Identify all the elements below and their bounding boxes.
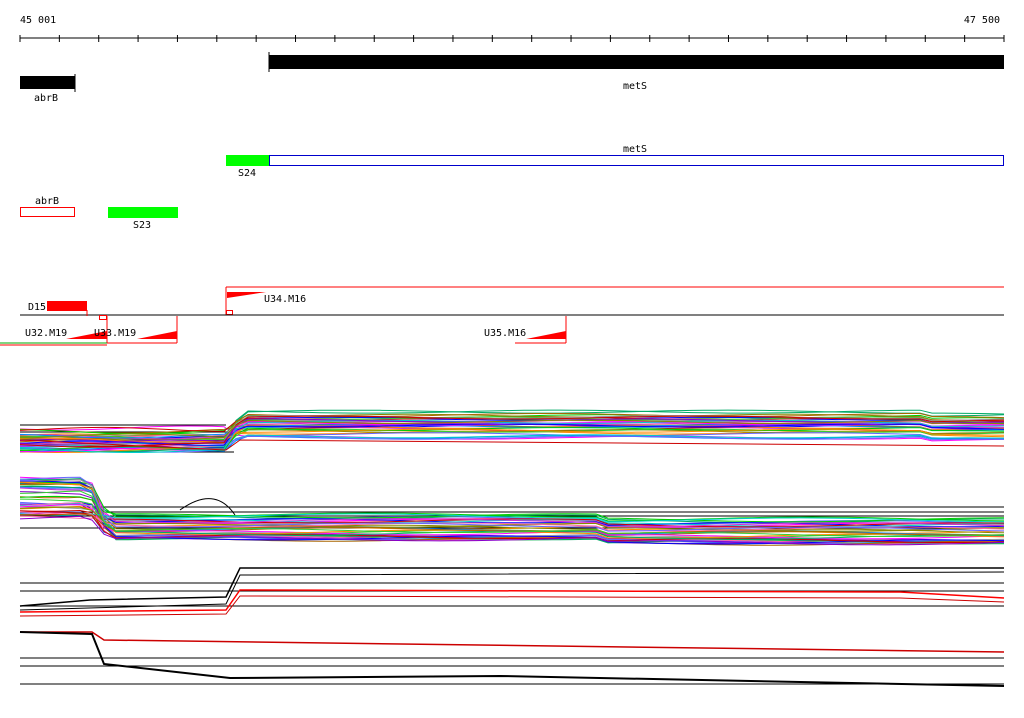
expression-profiles-lower xyxy=(19,476,1005,546)
summary-profiles-upper xyxy=(19,567,1005,617)
transcript-S23-label: S23 xyxy=(133,220,151,231)
segment-U33-small-box xyxy=(99,315,107,320)
segment-D15-bar[interactable] xyxy=(47,301,87,311)
summary-profiles-lower xyxy=(19,631,1005,687)
gene-track: abrB metS xyxy=(20,52,1004,104)
gene-abrB-bar[interactable] xyxy=(20,76,75,89)
expression-profiles-upper xyxy=(19,409,1005,454)
transcript-S23-bar[interactable] xyxy=(108,207,178,218)
segment-D15-label: D15 xyxy=(28,302,46,313)
transcript-S24-bar[interactable] xyxy=(226,155,269,166)
transcript-abrB-label: abrB xyxy=(35,196,59,207)
genome-track-canvas: 45 001 47 500 abrB metS metS S24 abrB S2… xyxy=(0,15,1005,687)
gene-abrB-label: abrB xyxy=(34,93,58,104)
transcript-track: metS S24 abrB S23 xyxy=(20,144,1004,231)
segment-U34-label: U34.M16 xyxy=(264,294,306,305)
transcript-metS-label: metS xyxy=(623,144,647,155)
transcript-S24-label: S24 xyxy=(238,168,256,179)
segment-U33-wedge[interactable] xyxy=(137,331,177,339)
summary-lower-red-line xyxy=(20,631,1005,653)
segment-U35-wedge[interactable] xyxy=(526,331,566,339)
ruler-end-label: 47 500 xyxy=(964,15,1000,26)
segment-track: U34.M16 D15 U32.M19 U33.M19 U35.M16 xyxy=(0,286,1004,346)
segment-U34-small-box xyxy=(226,310,233,315)
gene-metS-label: metS xyxy=(623,81,647,92)
segment-U34-wedge[interactable] xyxy=(227,292,266,298)
segment-U35-label: U35.M16 xyxy=(484,328,526,339)
coordinate-ruler: 45 001 47 500 xyxy=(19,15,1005,42)
segment-U33-label: U33.M19 xyxy=(94,328,136,339)
segment-U32-label: U32.M19 xyxy=(25,328,67,339)
genome-browser-panel: 45 001 47 500 abrB metS metS S24 abrB S2… xyxy=(0,0,1024,714)
ruler-start-label: 45 001 xyxy=(20,15,56,26)
gene-metS-bar[interactable] xyxy=(269,55,1004,69)
transcript-metS-outline[interactable] xyxy=(269,155,1004,166)
transcript-abrB-outline[interactable] xyxy=(20,207,75,217)
summary-upper-red-line xyxy=(19,589,1005,613)
